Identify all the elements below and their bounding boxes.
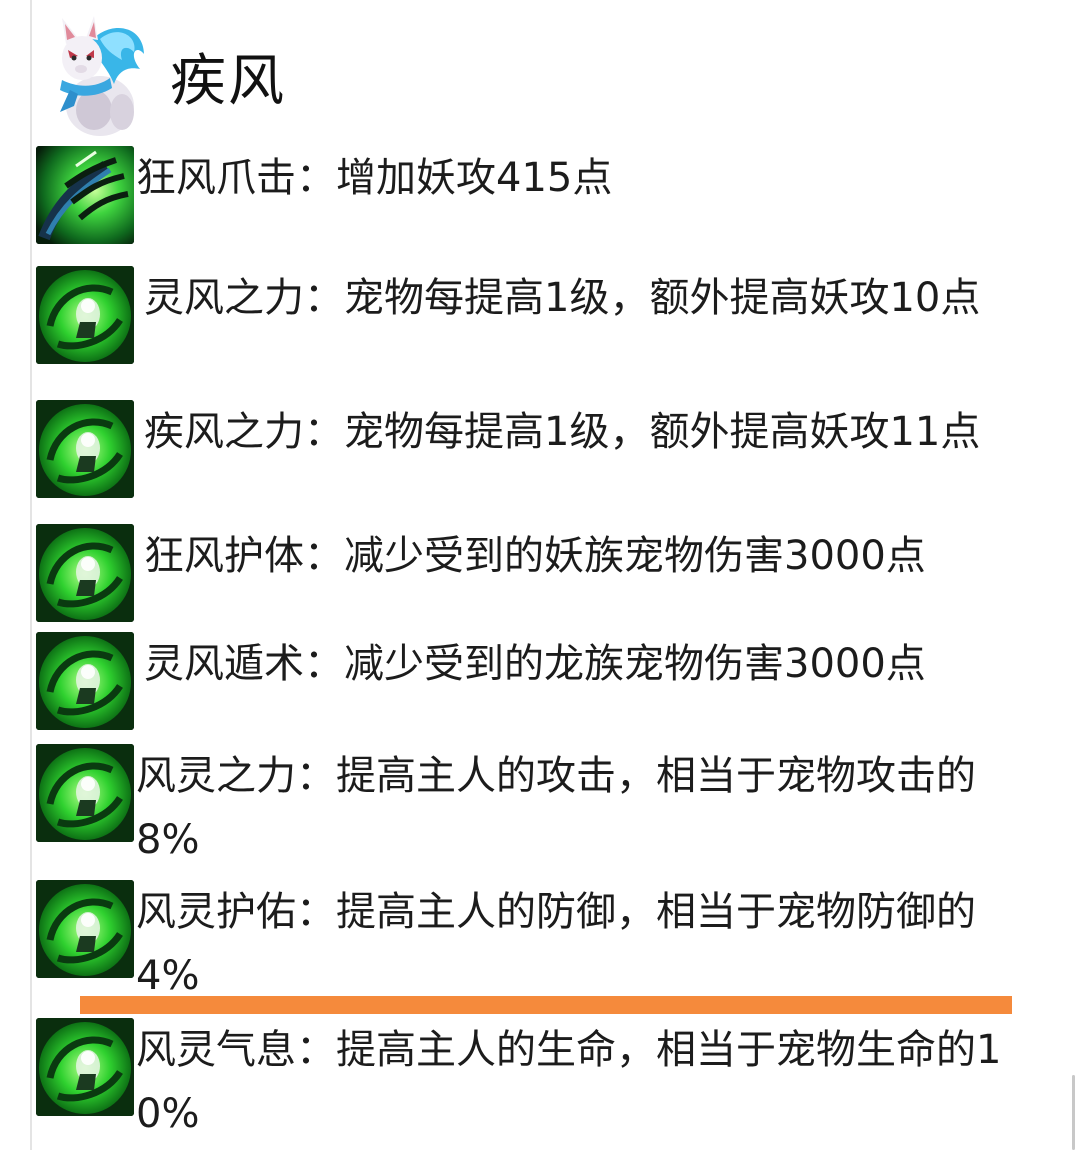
skill-name: 风灵护佑 bbox=[136, 889, 296, 935]
skill-row: 风灵气息：提高主人的生命，相当于宠物生命的10% bbox=[36, 1018, 1026, 1146]
highlight-divider bbox=[80, 996, 1012, 1014]
skill-row: 灵风之力：宠物每提高1级，额外提高妖攻10点 bbox=[36, 266, 1024, 364]
skill-name: 灵风之力 bbox=[144, 275, 304, 321]
claw-strike-icon bbox=[36, 146, 134, 244]
green-orb-skill-icon bbox=[36, 880, 134, 978]
skill-row: 狂风护体：减少受到的妖族宠物伤害3000点 bbox=[36, 524, 1024, 622]
green-orb-skill-icon bbox=[36, 524, 134, 622]
pet-name: 疾风 bbox=[170, 48, 286, 114]
green-orb-skill-icon bbox=[36, 1018, 134, 1116]
skill-name: 狂风护体 bbox=[144, 533, 304, 579]
skill-name: 灵风遁术 bbox=[144, 641, 304, 687]
skill-row: 狂风爪击：增加妖攻415点 bbox=[36, 146, 1026, 244]
skill-row: 风灵之力：提高主人的攻击，相当于宠物攻击的8% bbox=[36, 744, 1026, 872]
skill-desc: 减少受到的龙族宠物伤害3000点 bbox=[344, 641, 926, 687]
skill-desc: 宠物每提高1级，额外提高妖攻10点 bbox=[344, 275, 981, 321]
skill-name: 风灵气息 bbox=[136, 1027, 296, 1073]
skill-row: 风灵护佑：提高主人的防御，相当于宠物防御的4% bbox=[36, 880, 1026, 1008]
skill-name: 疾风之力 bbox=[144, 409, 304, 455]
skill-desc: 宠物每提高1级，额外提高妖攻11点 bbox=[344, 409, 981, 455]
scrollbar[interactable] bbox=[1072, 1075, 1075, 1150]
skill-name: 狂风爪击 bbox=[136, 155, 296, 201]
green-orb-skill-icon bbox=[36, 632, 134, 730]
green-orb-skill-icon bbox=[36, 744, 134, 842]
skill-row: 疾风之力：宠物每提高1级，额外提高妖攻11点 bbox=[36, 400, 1024, 498]
green-orb-skill-icon bbox=[36, 400, 134, 498]
pet-header: 疾风 bbox=[48, 12, 286, 140]
skill-name: 风灵之力 bbox=[136, 753, 296, 799]
skill-row: 灵风遁术：减少受到的龙族宠物伤害3000点 bbox=[36, 632, 1024, 730]
skill-desc: 增加妖攻415点 bbox=[336, 155, 613, 201]
white-fox-pet-icon bbox=[48, 14, 148, 138]
green-orb-skill-icon bbox=[36, 266, 134, 364]
skill-desc: 减少受到的妖族宠物伤害3000点 bbox=[344, 533, 926, 579]
content-border bbox=[30, 0, 32, 1150]
